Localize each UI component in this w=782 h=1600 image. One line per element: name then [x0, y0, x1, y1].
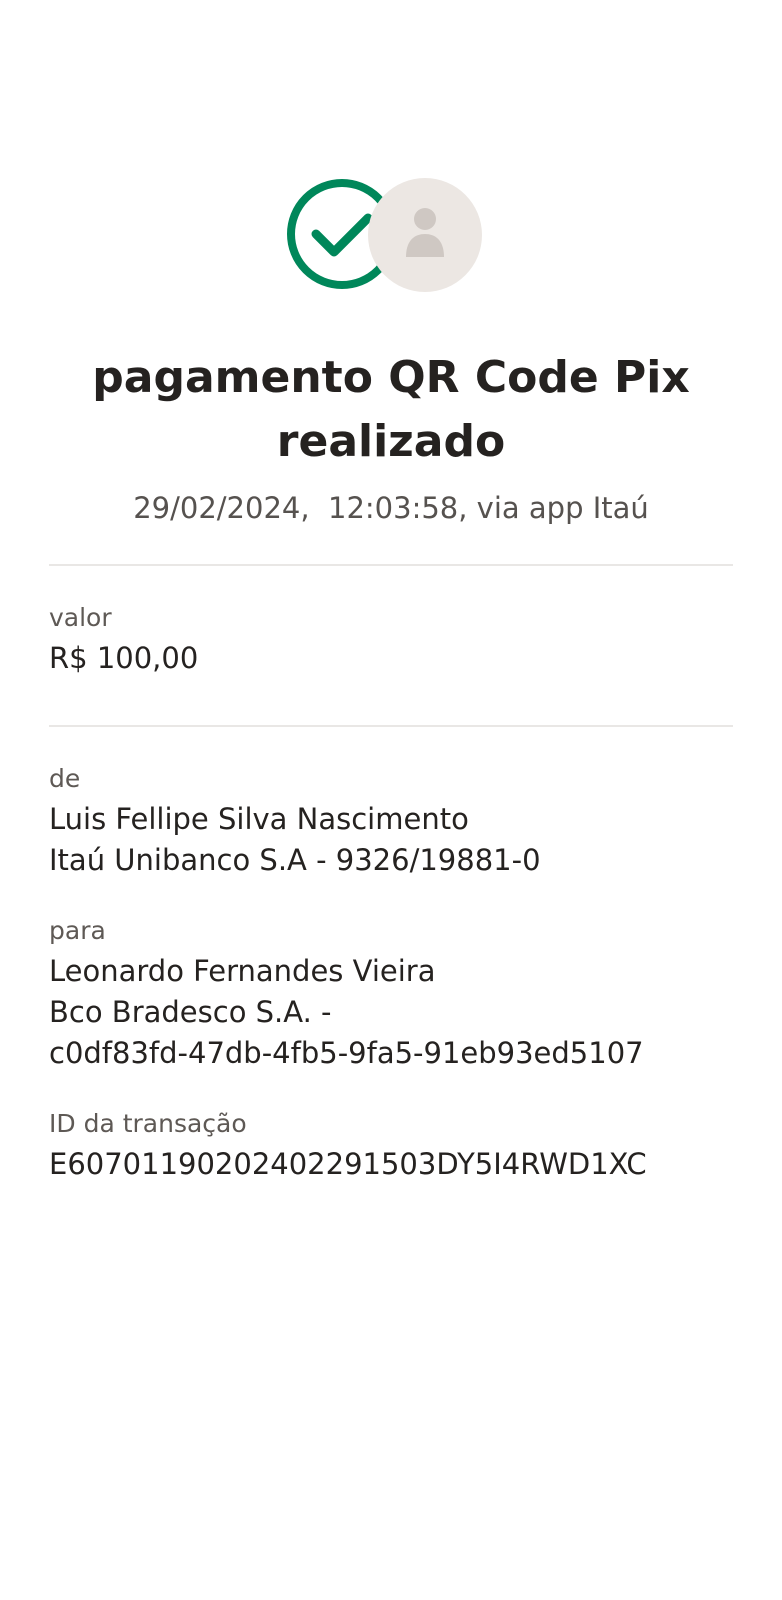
amount-label: valor [49, 603, 112, 632]
amount-value: R$ 100,00 [49, 641, 199, 675]
payee-pix-key: c0df83fd-47db-4fb5-9fa5-91eb93ed5107 [49, 1036, 644, 1070]
payer-name: Luis Fellipe Silva Nascimento [49, 802, 469, 836]
person-icon [406, 208, 444, 257]
payee-label: para [49, 916, 106, 945]
transaction-datetime: 29/02/2024, 12:03:58, via app Itaú [133, 491, 649, 525]
payer-account: Itaú Unibanco S.A - 9326/19881-0 [49, 843, 541, 877]
payee-bank: Bco Bradesco S.A. - [49, 995, 332, 1029]
avatar [368, 178, 482, 292]
divider [49, 564, 733, 566]
payee-name: Leonardo Fernandes Vieira [49, 954, 436, 988]
divider [49, 725, 733, 727]
transaction-id-label: ID da transação [49, 1109, 247, 1138]
transaction-id-value: E60701190202402291503DY5I4RWD1XC [49, 1147, 647, 1181]
page-title: pagamento QR Code Pix realizado [92, 352, 690, 467]
payer-label: de [49, 764, 81, 793]
receipt-hero [0, 178, 782, 296]
